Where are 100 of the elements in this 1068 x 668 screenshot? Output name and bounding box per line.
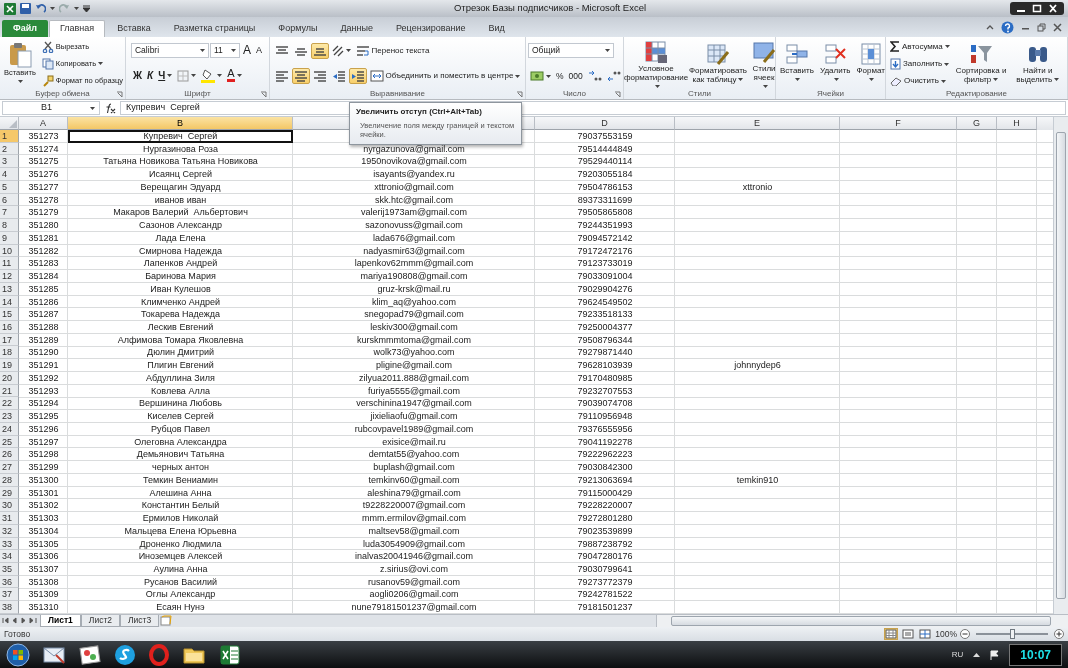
ribbon-tab[interactable]: Вставка xyxy=(106,20,162,37)
row-header[interactable]: 27 xyxy=(0,461,19,474)
bold-button[interactable]: Ж xyxy=(131,68,145,83)
row-header[interactable]: 19 xyxy=(0,359,19,372)
underline-button[interactable]: Ч xyxy=(156,68,175,83)
name-box[interactable]: B1 xyxy=(2,101,100,115)
ribbon-tab[interactable]: Формулы xyxy=(267,20,329,37)
dialog-launcher-icon[interactable] xyxy=(260,91,267,98)
sort-filter-button[interactable]: Сортировка и фильтр xyxy=(953,40,1009,87)
font-size-field[interactable]: 11 xyxy=(210,42,240,58)
row-header[interactable]: 22 xyxy=(0,397,19,411)
restore-icon[interactable] xyxy=(1037,22,1046,32)
thousands-button[interactable]: 000 xyxy=(566,69,585,83)
row-header[interactable]: 16 xyxy=(0,321,19,334)
row-header[interactable]: 30 xyxy=(0,499,19,513)
row-header[interactable]: 4 xyxy=(0,168,19,181)
collapse-ribbon-icon[interactable] xyxy=(986,24,994,30)
function-icon[interactable] xyxy=(104,102,116,114)
percent-button[interactable]: % xyxy=(554,69,566,83)
envelope-icon[interactable] xyxy=(42,644,66,665)
sheet-tab[interactable]: Лист1 xyxy=(40,615,81,627)
view-button[interactable] xyxy=(918,628,933,640)
row-header[interactable]: 3 xyxy=(0,155,19,169)
find-select-button[interactable]: Найти и выделить xyxy=(1010,40,1065,87)
ring-icon[interactable] xyxy=(148,643,170,666)
row-header[interactable]: 38 xyxy=(0,601,19,614)
help-icon[interactable] xyxy=(1001,20,1014,34)
row-header[interactable]: 23 xyxy=(0,410,19,423)
view-button[interactable] xyxy=(884,628,899,640)
row-header[interactable]: 18 xyxy=(0,346,19,360)
shrink-font-button[interactable]: A xyxy=(254,43,264,57)
row-header[interactable]: 26 xyxy=(0,448,19,462)
start-orb-icon[interactable] xyxy=(6,642,30,667)
italic-button[interactable]: К xyxy=(145,68,156,83)
sheet-tab[interactable]: Лист3 xyxy=(120,615,160,627)
zoom-in-icon[interactable] xyxy=(1054,629,1064,639)
zoom-out-icon[interactable] xyxy=(960,629,970,639)
view-button[interactable] xyxy=(901,628,916,640)
column-header[interactable]: B xyxy=(68,117,293,130)
align-center-button[interactable] xyxy=(291,68,310,85)
undo-icon[interactable] xyxy=(35,3,46,14)
photo-collage-icon[interactable] xyxy=(78,643,102,666)
row-header[interactable]: 12 xyxy=(0,270,19,283)
format-as-table-button[interactable]: Форматировать как таблицу xyxy=(688,40,748,87)
column-header[interactable]: A xyxy=(19,117,68,130)
ribbon-tab[interactable]: Данные xyxy=(329,20,384,37)
save-icon[interactable] xyxy=(20,3,31,14)
row-header[interactable]: 15 xyxy=(0,308,19,321)
column-header[interactable]: D xyxy=(535,117,675,130)
dialog-launcher-icon[interactable] xyxy=(516,91,523,98)
align-bottom-button[interactable] xyxy=(310,42,329,59)
row-header[interactable]: 7 xyxy=(0,206,19,220)
column-header[interactable]: F xyxy=(840,117,957,130)
sheet-navigation-icon[interactable] xyxy=(0,615,40,626)
ribbon-tab[interactable]: Разметка страницы xyxy=(162,20,267,37)
currency-button[interactable] xyxy=(528,68,553,84)
horizontal-scrollbar[interactable] xyxy=(656,615,1068,627)
insert-cells-button[interactable]: Вставить xyxy=(778,40,816,87)
row-header[interactable]: 11 xyxy=(0,257,19,271)
dialog-launcher-icon[interactable] xyxy=(116,91,123,98)
column-header[interactable]: E xyxy=(675,117,840,130)
column-header[interactable]: G xyxy=(957,117,997,130)
row-header[interactable]: 37 xyxy=(0,588,19,602)
number-format-field[interactable]: Общий xyxy=(528,43,614,58)
row-header[interactable]: 31 xyxy=(0,512,19,525)
borders-button[interactable] xyxy=(175,67,199,84)
language-indicator[interactable]: RU xyxy=(951,648,964,661)
delete-cells-button[interactable]: Удалить xyxy=(817,40,853,87)
merge-center-button[interactable]: Объединить и поместить в центре xyxy=(367,68,523,85)
flag-icon[interactable] xyxy=(990,649,1000,660)
cell-styles-button[interactable]: Стили ячеек xyxy=(750,38,778,94)
ribbon-tab[interactable]: Вид xyxy=(477,20,516,37)
spreadsheet-app-icon[interactable] xyxy=(218,643,242,666)
row-header[interactable]: 8 xyxy=(0,219,19,232)
row-header[interactable]: 34 xyxy=(0,550,19,563)
format-cells-button[interactable]: Формат xyxy=(854,40,887,87)
wrap-text-button[interactable]: Перенос текста xyxy=(353,42,432,59)
increase-indent-button[interactable] xyxy=(348,68,367,85)
column-header[interactable]: H xyxy=(997,117,1037,130)
row-header[interactable]: 1 xyxy=(0,130,19,143)
customize-menu-icon[interactable] xyxy=(83,5,90,12)
zoom-level[interactable]: 100% xyxy=(935,627,957,641)
maximize-icon[interactable] xyxy=(1032,4,1042,13)
font-name-field[interactable]: Calibri xyxy=(131,42,209,58)
ribbon-tab[interactable]: Файл xyxy=(2,20,48,37)
vertical-scrollbar[interactable] xyxy=(1053,117,1068,614)
slider-thumb[interactable] xyxy=(1010,629,1015,639)
grow-font-button[interactable]: A xyxy=(241,42,253,59)
clock[interactable]: 10:07 xyxy=(1009,643,1062,666)
chat-icon[interactable] xyxy=(114,643,136,666)
autosum-button[interactable]: Автосумма xyxy=(888,39,952,54)
ribbon-tab[interactable]: Главная xyxy=(48,20,106,37)
tray-arrow-icon[interactable] xyxy=(973,652,981,657)
dialog-launcher-icon[interactable] xyxy=(614,91,621,98)
sheet-tab[interactable]: Лист2 xyxy=(80,615,120,627)
conditional-formatting-button[interactable]: Условное форматирование xyxy=(626,38,686,94)
fill-color-button[interactable] xyxy=(199,66,225,85)
ribbon-tab[interactable]: Рецензирование xyxy=(385,20,477,37)
clear-button[interactable]: Очистить xyxy=(888,74,948,88)
fill-button[interactable]: Заполнить xyxy=(888,56,952,72)
